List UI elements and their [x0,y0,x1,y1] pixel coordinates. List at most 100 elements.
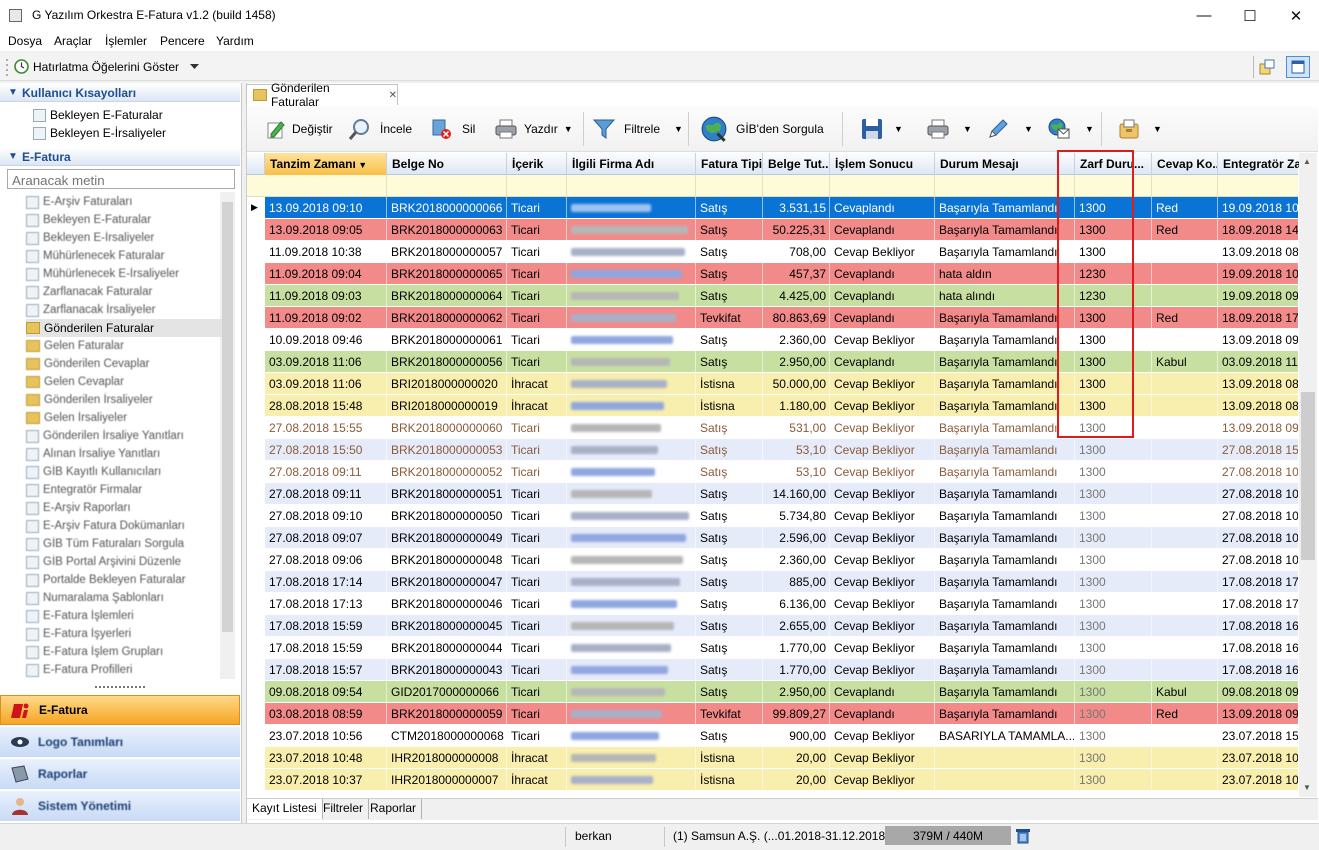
print-button[interactable]: Yazdır ▼ [493,116,573,142]
tree-item[interactable]: Numaralama Şablonları [26,589,222,607]
table-row[interactable]: 17.08.2018 15:59 BRK2018000000044 Ticari Sa… [247,637,1298,659]
shortcut-bekleyen-eirsaliyeler[interactable]: Bekleyen E-İrsaliyeler [33,124,166,142]
efatura-header[interactable]: ▼ E-Fatura [0,147,240,166]
table-row[interactable]: 27.08.2018 09:11 BRK2018000000051 Ticari Sa… [247,483,1298,505]
tree-item[interactable]: Gelen Faturalar [26,337,222,355]
pen-button[interactable]: ▼ [983,116,1033,142]
reminder-toggle[interactable]: Hatırlatma Öğelerini Göster [33,60,179,74]
chevron-down-icon[interactable]: ▼ [1085,124,1094,134]
menu-yardim[interactable]: Yardım [216,34,254,48]
table-row[interactable]: 03.08.2018 08:59 BRK2018000000059 Ticari Te… [247,703,1298,725]
table-row[interactable]: 27.08.2018 09:06 BRK2018000000048 Ticari Sa… [247,549,1298,571]
tree-item[interactable]: E-Arşiv Faturaları [26,193,222,211]
tree-item[interactable]: E-Arşiv Raporları [26,499,222,517]
maximize-button[interactable]: ☐ [1227,0,1273,31]
archive-button[interactable]: ▼ [1116,116,1162,142]
tree-item[interactable]: Gönderilen Cevaplar [26,355,222,373]
column-header-fatura-tipi[interactable]: Fatura Tipi [696,153,763,175]
tree-item[interactable]: Gönderilen İrsaliye Yanıtları [26,427,222,445]
table-row[interactable]: 11.09.2018 09:02 BRK2018000000062 Ticari Te… [247,307,1298,329]
table-row[interactable]: 17.08.2018 15:59 BRK2018000000045 Ticari Sa… [247,615,1298,637]
edit-button[interactable]: Değiştir [265,116,333,142]
tab-kayit-listesi[interactable]: Kayıt Listesi [247,799,323,819]
filter-cell[interactable] [567,175,696,197]
table-row[interactable]: 13.09.2018 09:05 BRK2018000000063 Ticari Sa… [247,219,1298,241]
grid-scroll-thumb[interactable] [1301,392,1315,560]
column-header-tanzim[interactable]: Tanzim Zamanı ▼ [265,153,387,175]
tree-item[interactable]: Gelen İrsaliyeler [26,409,222,427]
email-button[interactable]: ▼ [1044,116,1094,142]
table-row[interactable]: 17.08.2018 15:57 BRK2018000000043 Ticari Sa… [247,659,1298,681]
menu-pencere[interactable]: Pencere [160,34,205,48]
chevron-down-icon[interactable] [190,64,199,70]
column-header-durum-mesaji[interactable]: Durum Mesajı [935,153,1075,175]
table-row[interactable]: 11.09.2018 09:04 BRK2018000000065 Ticari Sa… [247,263,1298,285]
nav-scroll-thumb[interactable] [222,202,233,632]
table-row[interactable]: 17.08.2018 17:13 BRK2018000000046 Ticari Sa… [247,593,1298,615]
close-button[interactable]: ✕ [1273,0,1319,31]
tree-item[interactable]: GİB Tüm Faturaları Sorgula [26,535,222,553]
filter-cell[interactable] [935,175,1075,197]
layout-icon[interactable] [1259,59,1275,75]
filter-cell[interactable] [507,175,567,197]
tree-item[interactable]: Alınan İrsaliye Yanıtları [26,445,222,463]
nav-button-sistem-yonetimi[interactable]: Sistem Yönetimi [0,791,240,821]
tree-item[interactable]: Bekleyen E-Faturalar [26,211,222,229]
chevron-down-icon[interactable]: ▼ [564,124,573,134]
nav-button-logo-tanimlari[interactable]: Logo Tanımları [0,727,240,757]
chevron-down-icon[interactable]: ▼ [1153,124,1162,134]
table-row[interactable]: 09.08.2018 09:54 GID2017000000066 Ticari Sa… [247,681,1298,703]
tree-item[interactable]: E-Fatura İşyerleri [26,625,222,643]
tree-item[interactable]: Portalde Bekleyen Faturalar [26,571,222,589]
save-button[interactable]: ▼ [861,116,903,142]
table-row[interactable]: 28.08.2018 15:48 BRI2018000000019 İhracat İ… [247,395,1298,417]
chevron-down-icon[interactable]: ▼ [894,124,903,134]
filter-cell[interactable] [830,175,935,197]
column-header-firma[interactable]: İlgili Firma Adı [567,153,696,175]
table-row[interactable]: 10.09.2018 09:46 BRK2018000000061 Ticari Sa… [247,329,1298,351]
nav-button-efatura[interactable]: E-Fatura [0,695,240,725]
table-row[interactable]: 27.08.2018 09:10 BRK2018000000050 Ticari Sa… [247,505,1298,527]
splitter-grip[interactable] [95,686,145,689]
chevron-down-icon[interactable]: ▼ [1024,124,1033,134]
table-row[interactable]: 17.08.2018 17:14 BRK2018000000047 Ticari Sa… [247,571,1298,593]
filter-button[interactable]: Filtrele ▼ [589,116,683,142]
tab-close-icon[interactable]: ✕ [389,90,397,101]
tree-item[interactable]: Zarflanacak Faturalar [26,283,222,301]
minimize-button[interactable]: — [1181,0,1227,31]
filter-cell[interactable] [387,175,507,197]
gib-query-button[interactable]: GİB'den Sorgula [700,116,824,142]
table-row[interactable]: 27.08.2018 15:55 BRK2018000000060 Ticari Sa… [247,417,1298,439]
column-header-belge-no[interactable]: Belge No [387,153,507,175]
column-header-icerik[interactable]: İçerik [507,153,567,175]
nav-button-raporlar[interactable]: Raporlar [0,759,240,789]
tree-item[interactable]: Mühürlenecek E-İrsaliyeler [26,265,222,283]
tree-item[interactable]: E-Fatura İşlem Grupları [26,643,222,661]
table-row[interactable]: 23.07.2018 10:37 IHR2018000000007 İhracat İ… [247,769,1298,791]
table-row[interactable]: 03.09.2018 11:06 BRK2018000000056 Ticari Sa… [247,351,1298,373]
tree-item[interactable]: E-Arşiv Fatura Dokümanları [26,517,222,535]
filter-cell[interactable] [265,175,387,197]
tab-gonderilen-faturalar[interactable]: Gönderilen Faturalar ✕ [246,81,398,109]
tree-item[interactable]: Zarflanacak İrsaliyeler [26,301,222,319]
column-header-cevap-kodu[interactable]: Cevap Ko... [1152,153,1218,175]
table-row[interactable]: 23.07.2018 10:56 CTM2018000000068 Ticari Sa… [247,725,1298,747]
grid-filter-row[interactable] [247,175,1316,197]
tree-item[interactable]: GİB Kayıtlı Kullanıcıları [26,463,222,481]
tree-item[interactable]: Mühürlenecek Faturalar [26,247,222,265]
trash-icon[interactable] [1016,828,1030,844]
table-row[interactable]: 27.08.2018 09:11 BRK2018000000052 Ticari Sa… [247,461,1298,483]
filter-cell[interactable] [1152,175,1218,197]
column-header-belge-tutar[interactable]: Belge Tut... [763,153,830,175]
sort-descending-icon[interactable]: ▼ [356,160,367,170]
tree-item[interactable]: Entegratör Firmalar [26,481,222,499]
tree-item[interactable]: Bekleyen E-İrsaliyeler [26,229,222,247]
filter-cell[interactable] [763,175,830,197]
menu-islemler[interactable]: İşlemler [105,34,147,48]
scroll-up-icon[interactable]: ▲ [1303,157,1311,166]
chevron-down-icon[interactable]: ▼ [674,124,683,134]
table-row[interactable]: 11.09.2018 10:38 BRK2018000000057 Ticari Sa… [247,241,1298,263]
nav-search-input[interactable] [7,169,235,189]
menu-dosya[interactable]: Dosya [8,34,42,48]
tree-item[interactable]: E-Fatura Profilleri [26,661,222,679]
